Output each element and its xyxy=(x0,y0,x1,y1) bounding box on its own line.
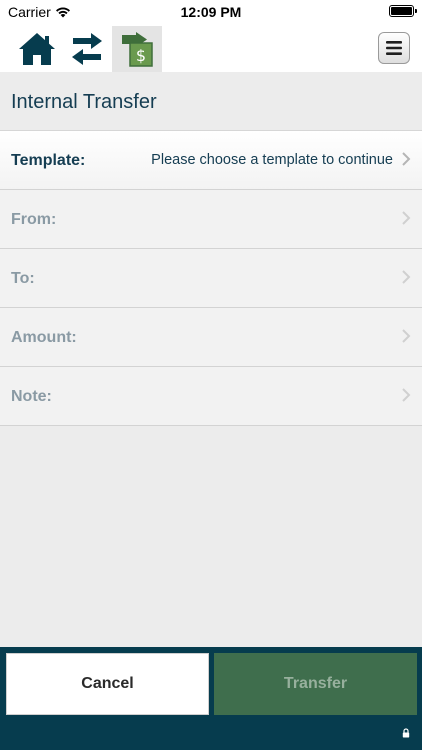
battery-icon xyxy=(389,5,417,17)
chevron-right-icon xyxy=(402,329,411,343)
transfer-form: Template: Please choose a template to co… xyxy=(0,131,422,426)
template-row[interactable]: Template: Please choose a template to co… xyxy=(0,131,422,190)
template-label: Template: xyxy=(11,152,86,169)
chevron-right-icon xyxy=(402,211,411,225)
page-header: Internal Transfer xyxy=(0,72,422,131)
lock-icon xyxy=(402,728,410,738)
bottom-action-bar: Cancel Transfer xyxy=(0,647,422,750)
from-label: From: xyxy=(11,211,57,228)
home-icon xyxy=(19,33,55,65)
chevron-right-icon xyxy=(402,270,411,284)
cancel-button[interactable]: Cancel xyxy=(6,653,209,715)
clock: 12:09 PM xyxy=(180,4,242,20)
chevron-right-icon xyxy=(402,152,411,166)
home-button[interactable] xyxy=(12,26,62,72)
amount-label: Amount: xyxy=(11,329,77,346)
transfer-button[interactable]: Transfer xyxy=(214,653,417,715)
template-value: Please choose a template to continue xyxy=(151,152,393,168)
amount-row[interactable]: Amount: xyxy=(0,308,422,367)
internal-transfer-button[interactable]: $ xyxy=(112,26,162,72)
top-nav: $ xyxy=(0,22,422,72)
page-title: Internal Transfer xyxy=(11,91,157,113)
svg-text:$: $ xyxy=(136,46,146,65)
transfers-button[interactable] xyxy=(62,26,112,72)
transfers-icon xyxy=(72,33,102,65)
status-bar: Carrier 12:09 PM xyxy=(0,0,422,22)
note-label: Note: xyxy=(11,388,52,405)
menu-button[interactable] xyxy=(378,32,410,64)
note-row[interactable]: Note: xyxy=(0,367,422,426)
chevron-right-icon xyxy=(402,388,411,402)
menu-icon xyxy=(386,41,402,55)
from-row[interactable]: From: xyxy=(0,190,422,249)
to-row[interactable]: To: xyxy=(0,249,422,308)
to-label: To: xyxy=(11,270,35,287)
internal-transfer-icon: $ xyxy=(122,32,153,67)
